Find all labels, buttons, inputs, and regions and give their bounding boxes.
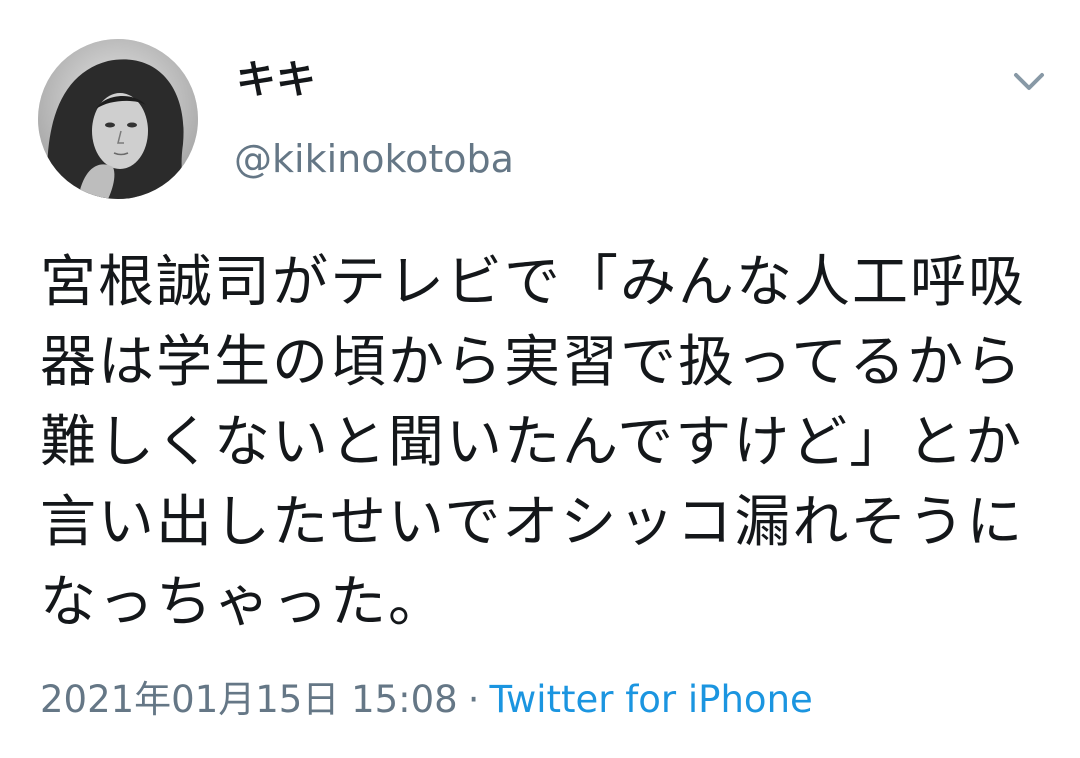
display-name[interactable]: キキ [236, 56, 316, 104]
chevron-down-icon[interactable] [1006, 62, 1052, 102]
user-handle[interactable]: @kikinokotoba [234, 136, 514, 182]
tweet-timestamp[interactable]: 2021年01月15日 15:08 [40, 678, 458, 721]
tweet-card: キキ @kikinokotoba 宮根誠司がテレビで「みんな人工呼吸器は学生の頃… [0, 0, 1080, 758]
meta-separator: · [467, 678, 480, 721]
tweet-text: 宮根誠司がテレビで「みんな人工呼吸器は学生の頃から実習で扱ってるから難しくないと… [40, 250, 1026, 635]
tweet-meta: 2021年01月15日 15:08 · Twitter for iPhone [40, 676, 813, 724]
tweet-source-link[interactable]: Twitter for iPhone [489, 678, 812, 721]
avatar[interactable] [38, 39, 198, 199]
avatar-photo [38, 39, 198, 199]
